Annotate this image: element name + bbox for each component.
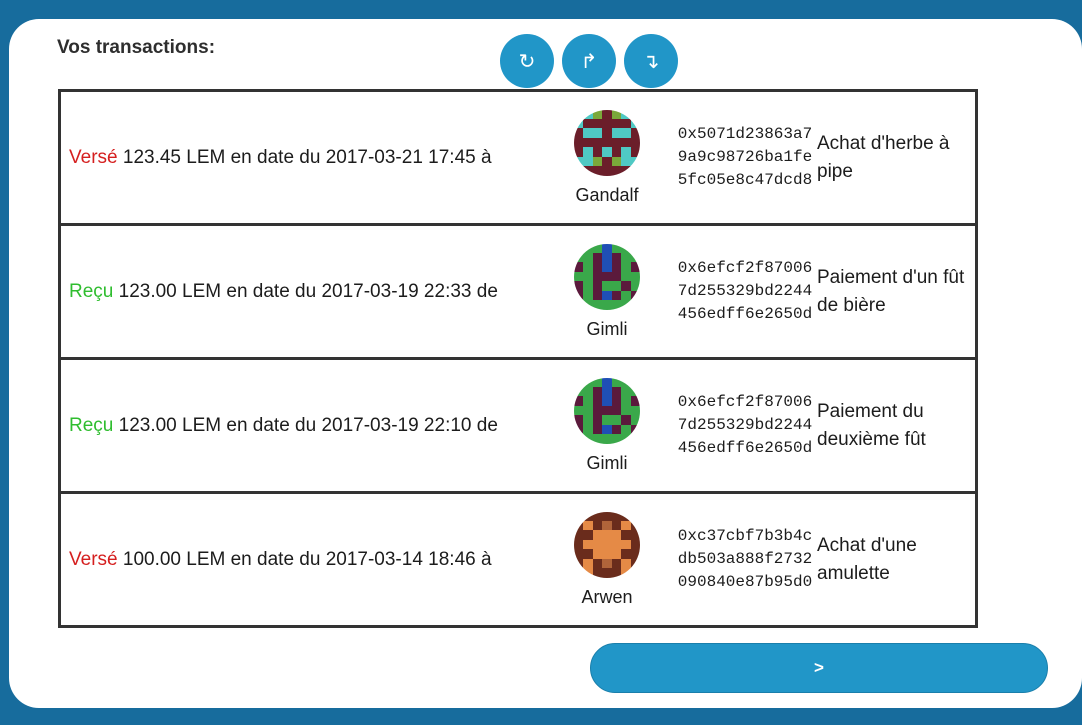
sort-up-button[interactable]: ↱ [562,34,616,88]
arrow-down-right-icon: ↴ [642,50,660,73]
toolbar: ↻ ↱ ↴ [500,34,678,88]
transactions-table: Versé 123.45 LEM en date du 2017-03-21 1… [58,89,978,628]
page-title: Vos transactions: [57,37,216,58]
avatar[interactable] [574,109,640,176]
transaction-description: Versé 123.45 LEM en date du 2017-03-21 1… [69,144,539,172]
transaction-memo: Achat d'une amulette [817,534,917,584]
transaction-memo: Paiement du deuxième fût [817,400,926,450]
transaction-text: 123.00 LEM en date du 2017-03-19 22:10 d… [118,414,498,436]
arrow-up-right-icon: ↱ [580,50,598,73]
next-page-button[interactable]: > [590,643,1048,693]
table-row: Reçu 123.00 LEM en date du 2017-03-19 22… [61,360,975,494]
transaction-hash: 0x5071d23863a79a9c98726ba1fe5fc05e8c47dc… [677,125,813,189]
table-row: Versé 123.45 LEM en date du 2017-03-21 1… [61,92,975,226]
transaction-memo: Achat d'herbe à pipe [817,132,950,182]
user-name: Gandalf [575,184,639,205]
transaction-hash: 0x6efcf2f870067d255329bd2244456edff6e265… [677,393,813,457]
transaction-text: 123.00 LEM en date du 2017-03-19 22:33 d… [118,280,498,302]
table-row: Reçu 123.00 LEM en date du 2017-03-19 22… [61,226,975,360]
user-name: Arwen [581,586,633,607]
transaction-description: Reçu 123.00 LEM en date du 2017-03-19 22… [69,278,539,306]
transaction-memo: Paiement d'un fût de bière [817,266,965,316]
transaction-type: Reçu [69,414,114,436]
transaction-type: Reçu [69,280,114,302]
transaction-hash: 0xc37cbf7b3b4cdb503a888f2732090840e87b95… [677,527,813,591]
transactions-panel: Vos transactions: ↻ ↱ ↴ Versé 123.45 LEM… [9,19,1082,708]
user-name: Gimli [586,318,628,339]
refresh-icon: ↻ [518,50,536,73]
transaction-type: Versé [69,548,118,570]
user-cell[interactable]: Arwen [557,494,657,625]
transaction-text: 123.45 LEM en date du 2017-03-21 17:45 à [122,146,492,168]
transaction-description: Versé 100.00 LEM en date du 2017-03-14 1… [69,546,539,574]
transaction-type: Versé [69,146,118,168]
sort-down-button[interactable]: ↴ [624,34,678,88]
avatar[interactable] [574,377,640,444]
transaction-hash: 0x6efcf2f870067d255329bd2244456edff6e265… [677,259,813,323]
transaction-text: 100.00 LEM en date du 2017-03-14 18:46 à [122,548,492,570]
table-row: Versé 100.00 LEM en date du 2017-03-14 1… [61,494,975,625]
transaction-description: Reçu 123.00 LEM en date du 2017-03-19 22… [69,412,539,440]
avatar[interactable] [574,511,640,578]
user-name: Gimli [586,452,628,473]
avatar[interactable] [574,243,640,310]
refresh-button[interactable]: ↻ [500,34,554,88]
user-cell[interactable]: Gimli [557,360,657,491]
user-cell[interactable]: Gandalf [557,92,657,223]
user-cell[interactable]: Gimli [557,226,657,357]
